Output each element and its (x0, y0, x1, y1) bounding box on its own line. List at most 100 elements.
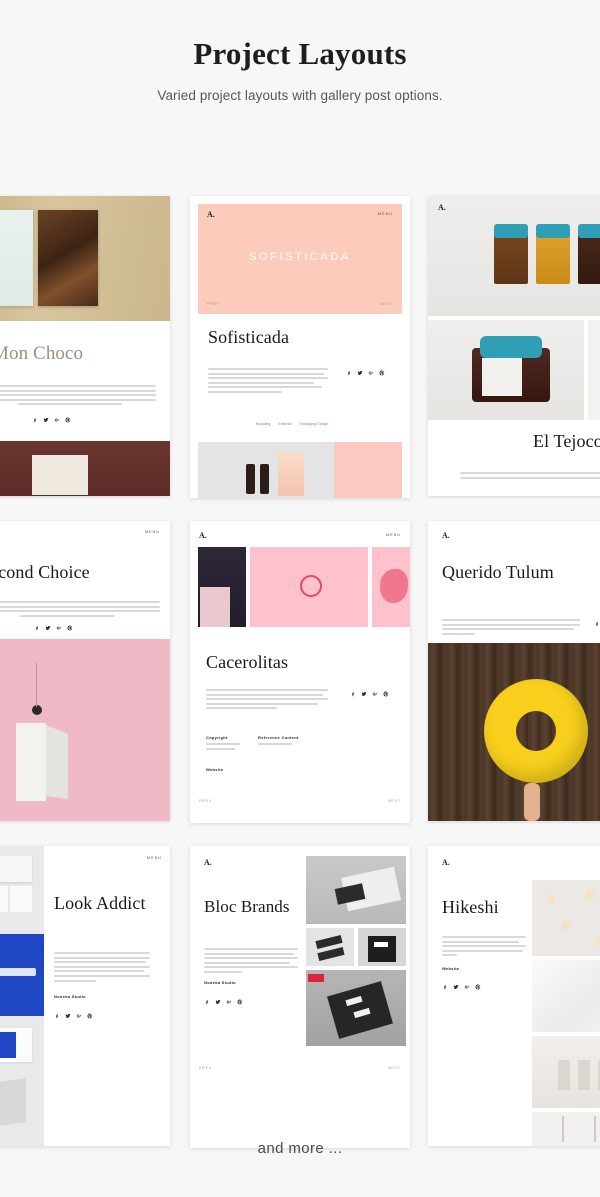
look-addict-social-links[interactable] (54, 1013, 93, 1019)
project-card-sofisticada[interactable]: A. MENU SOFISTICADA PREV NEXT Sofisticad… (190, 196, 410, 498)
gallery-image-2[interactable] (250, 547, 368, 627)
facebook-icon[interactable] (204, 999, 210, 1005)
querido-tulum-float-image (428, 643, 600, 821)
look-addict-credit: Nooeka Studio (54, 994, 86, 999)
project-card-mon-choco[interactable]: Mon Choco (0, 196, 170, 496)
facebook-icon[interactable] (346, 370, 352, 376)
twitter-icon[interactable] (357, 370, 363, 376)
querido-tulum-title: Querido Tulum (442, 562, 554, 582)
project-card-querido-tulum[interactable]: A. Querido Tulum (428, 521, 600, 821)
hikeshi-title: Hikeshi (442, 897, 499, 917)
cacerolitas-meta-reference: Reference Content (258, 735, 299, 748)
mock-logo: A. (442, 531, 450, 540)
pinterest-icon[interactable] (67, 625, 73, 631)
gallery-image-1[interactable] (198, 547, 246, 627)
pinterest-icon[interactable] (237, 999, 243, 1005)
google-plus-icon[interactable] (56, 625, 62, 631)
mock-next-label[interactable]: NEXT (388, 1066, 401, 1070)
bloc-gallery-image-4[interactable] (306, 970, 406, 1046)
hikeshi-gallery-image-1[interactable] (532, 880, 600, 956)
mock-prev-label[interactable]: PREV (199, 799, 212, 803)
project-card-el-tejocote[interactable]: A. El Tejocote (428, 196, 600, 496)
el-tejocote-jars-image: A. (428, 196, 600, 316)
twitter-icon[interactable] (65, 1013, 71, 1019)
grid-row-3: MENU Look Addict Nooeka Studio A. Bloc B… (0, 846, 600, 1161)
pinterest-icon[interactable] (65, 417, 71, 423)
sofisticada-social-links[interactable] (346, 370, 385, 376)
page-title: Project Layouts (193, 36, 407, 71)
google-plus-icon[interactable] (54, 417, 60, 423)
pinterest-icon[interactable] (379, 370, 385, 376)
cacerolitas-description (206, 689, 328, 712)
mock-prev-label[interactable]: PREV (207, 302, 220, 306)
mock-prev-label[interactable]: PREV (199, 1066, 212, 1070)
meta-label: Reference Content (258, 735, 299, 740)
project-card-bloc-brands[interactable]: A. Bloc Brands Nooeka Studio PREV NEXT (190, 846, 410, 1148)
mock-menu-label[interactable]: MENU (378, 212, 393, 216)
mock-logo: A. (438, 203, 446, 212)
mock-menu-label[interactable]: MENU (386, 533, 401, 537)
google-plus-icon[interactable] (368, 370, 374, 376)
facebook-icon[interactable] (350, 691, 356, 697)
tag-item[interactable]: Branding (256, 422, 270, 426)
bloc-brands-social-links[interactable] (204, 999, 243, 1005)
facebook-icon[interactable] (594, 621, 600, 627)
mock-menu-label[interactable]: MENU (145, 530, 160, 534)
twitter-icon[interactable] (215, 999, 221, 1005)
el-tejocote-title: El Tejocote (533, 431, 600, 451)
mon-choco-title: Mon Choco (0, 343, 84, 364)
project-grid: Mon Choco A. MENU SOFISTICADA PREV NEXT … (0, 196, 600, 1161)
twitter-icon[interactable] (45, 625, 51, 631)
project-card-second-choice[interactable]: MENU Second Choice (0, 521, 170, 821)
hikeshi-social-links[interactable] (442, 984, 481, 990)
sofisticada-hero-banner: A. MENU SOFISTICADA PREV NEXT (198, 204, 402, 314)
sofisticada-description (208, 368, 328, 396)
cacerolitas-meta-copyright: Copyright (206, 735, 240, 752)
mock-menu-label[interactable]: MENU (147, 856, 162, 860)
project-card-hikeshi[interactable]: A. Hikeshi Website (428, 846, 600, 1146)
bloc-gallery-image-2[interactable] (306, 928, 354, 966)
google-plus-icon[interactable] (226, 999, 232, 1005)
pinterest-icon[interactable] (475, 984, 481, 990)
twitter-icon[interactable] (361, 691, 367, 697)
second-choice-social-links[interactable] (34, 625, 73, 631)
project-layouts-page: Project Layouts Varied project layouts w… (0, 0, 600, 1197)
project-card-look-addict[interactable]: MENU Look Addict Nooeka Studio (0, 846, 170, 1146)
bloc-gallery-image-3[interactable] (358, 928, 406, 966)
grid-row-2: MENU Second Choice (0, 521, 600, 836)
hikeshi-gallery-image-2[interactable] (532, 960, 600, 1032)
second-choice-swatch-image (0, 639, 170, 821)
facebook-icon[interactable] (442, 984, 448, 990)
mock-logo: A. (199, 530, 207, 540)
mock-next-label[interactable]: NEXT (380, 302, 393, 306)
mon-choco-hero-image (0, 196, 170, 321)
project-card-cacerolitas[interactable]: A. MENU Cacerolitas Copyright Reference … (190, 521, 410, 823)
sofisticada-tags[interactable]: Branding Editorial Packaging Design (256, 422, 328, 426)
pinterest-icon[interactable] (87, 1013, 93, 1019)
mock-next-label[interactable]: NEXT (388, 799, 401, 803)
gallery-image-3[interactable] (372, 547, 410, 627)
twitter-icon[interactable] (453, 984, 459, 990)
mon-choco-social-links[interactable] (32, 417, 71, 423)
bloc-gallery-image-1[interactable] (306, 856, 406, 924)
mon-choco-pattern-image (0, 441, 170, 496)
facebook-icon[interactable] (54, 1013, 60, 1019)
facebook-icon[interactable] (34, 625, 40, 631)
mock-logo: A. (207, 209, 215, 219)
tag-item[interactable]: Editorial (278, 422, 291, 426)
querido-tulum-social-links[interactable] (594, 621, 600, 627)
twitter-icon[interactable] (43, 417, 49, 423)
page-subtitle: Varied project layouts with gallery post… (157, 88, 443, 103)
hikeshi-gallery-image-3[interactable] (532, 1036, 600, 1108)
cacerolitas-social-links[interactable] (350, 691, 389, 697)
google-plus-icon[interactable] (76, 1013, 82, 1019)
cacerolitas-website-link[interactable]: Website (206, 767, 223, 772)
tag-item[interactable]: Packaging Design (299, 422, 328, 426)
querido-tulum-description (442, 619, 580, 637)
pinterest-icon[interactable] (383, 691, 389, 697)
bloc-brands-title: Bloc Brands (204, 897, 290, 916)
google-plus-icon[interactable] (464, 984, 470, 990)
facebook-icon[interactable] (32, 417, 38, 423)
google-plus-icon[interactable] (372, 691, 378, 697)
hikeshi-website-link[interactable]: Website (442, 966, 459, 971)
